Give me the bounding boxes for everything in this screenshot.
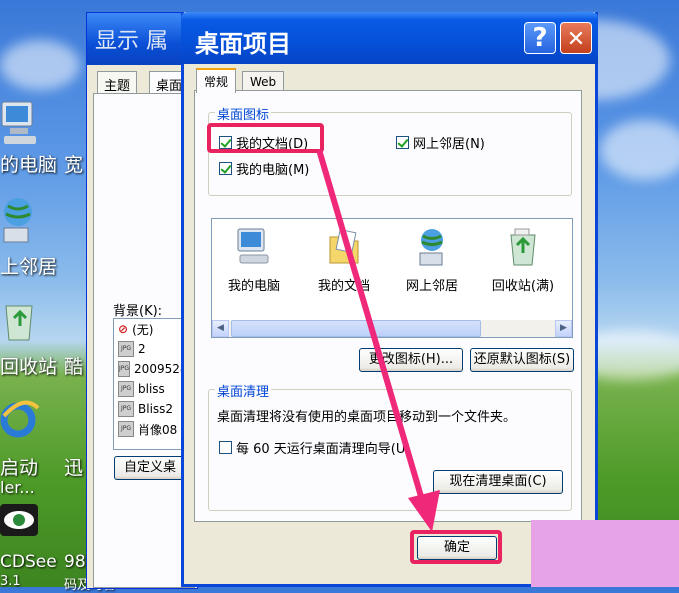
annotation-arrow	[317, 150, 440, 532]
overlay-block	[531, 520, 679, 587]
tab-general[interactable]: 常规	[196, 68, 237, 93]
